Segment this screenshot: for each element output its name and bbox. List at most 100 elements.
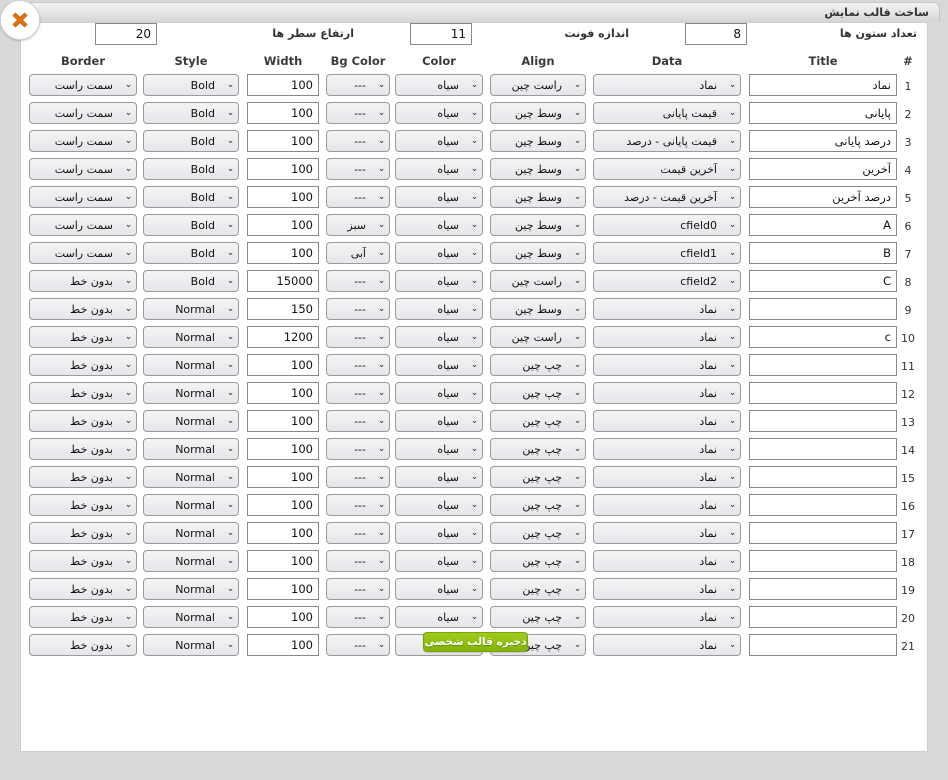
bgcolor-select[interactable]: ⌄---	[326, 522, 390, 544]
bgcolor-select[interactable]: ⌄---	[326, 578, 390, 600]
title-input[interactable]	[749, 438, 897, 460]
data-select[interactable]: ⌄cfield1	[593, 242, 741, 264]
title-input[interactable]	[749, 522, 897, 544]
bgcolor-select[interactable]: ⌄---	[326, 494, 390, 516]
data-select[interactable]: ⌄نماد	[593, 326, 741, 348]
style-select[interactable]: ⌄Normal	[143, 606, 239, 628]
title-input[interactable]	[749, 74, 897, 96]
title-input[interactable]	[749, 214, 897, 236]
align-select[interactable]: ⌄وسط چین	[490, 298, 586, 320]
style-select[interactable]: ⌄Bold	[143, 130, 239, 152]
border-select[interactable]: ⌄بدون خط	[29, 494, 137, 516]
data-select[interactable]: ⌄نماد	[593, 494, 741, 516]
bgcolor-select[interactable]: ⌄---	[326, 102, 390, 124]
color-select[interactable]: ⌄سیاه	[395, 242, 483, 264]
align-select[interactable]: ⌄چپ چین	[490, 522, 586, 544]
border-select[interactable]: ⌄سمت راست	[29, 74, 137, 96]
width-input[interactable]	[247, 74, 319, 96]
align-select[interactable]: ⌄راست چین	[490, 326, 586, 348]
width-input[interactable]	[247, 606, 319, 628]
bgcolor-select[interactable]: ⌄---	[326, 634, 390, 656]
row-height-input[interactable]	[95, 23, 157, 45]
style-select[interactable]: ⌄Normal	[143, 298, 239, 320]
bgcolor-select[interactable]: ⌄---	[326, 270, 390, 292]
border-select[interactable]: ⌄سمت راست	[29, 242, 137, 264]
data-select[interactable]: ⌄نماد	[593, 298, 741, 320]
style-select[interactable]: ⌄Normal	[143, 550, 239, 572]
width-input[interactable]	[247, 102, 319, 124]
width-input[interactable]	[247, 438, 319, 460]
color-select[interactable]: ⌄سیاه	[395, 102, 483, 124]
color-select[interactable]: ⌄سیاه	[395, 130, 483, 152]
title-input[interactable]	[749, 634, 897, 656]
width-input[interactable]	[247, 326, 319, 348]
width-input[interactable]	[247, 242, 319, 264]
align-select[interactable]: ⌄وسط چین	[490, 186, 586, 208]
style-select[interactable]: ⌄Bold	[143, 214, 239, 236]
align-select[interactable]: ⌄راست چین	[490, 74, 586, 96]
align-select[interactable]: ⌄چپ چین	[490, 438, 586, 460]
data-select[interactable]: ⌄نماد	[593, 410, 741, 432]
border-select[interactable]: ⌄بدون خط	[29, 270, 137, 292]
width-input[interactable]	[247, 494, 319, 516]
width-input[interactable]	[247, 550, 319, 572]
width-input[interactable]	[247, 130, 319, 152]
color-select[interactable]: ⌄سیاه	[395, 214, 483, 236]
data-select[interactable]: ⌄قیمت پایانی - درصد	[593, 130, 741, 152]
bgcolor-select[interactable]: ⌄---	[326, 354, 390, 376]
data-select[interactable]: ⌄نماد	[593, 550, 741, 572]
width-input[interactable]	[247, 466, 319, 488]
title-input[interactable]	[749, 242, 897, 264]
style-select[interactable]: ⌄Bold	[143, 74, 239, 96]
color-select[interactable]: ⌄سیاه	[395, 158, 483, 180]
bgcolor-select[interactable]: ⌄---	[326, 130, 390, 152]
style-select[interactable]: ⌄Bold	[143, 158, 239, 180]
bgcolor-select[interactable]: ⌄---	[326, 550, 390, 572]
color-select[interactable]: ⌄سیاه	[395, 298, 483, 320]
align-select[interactable]: ⌄چپ چین	[490, 410, 586, 432]
style-select[interactable]: ⌄Bold	[143, 186, 239, 208]
align-select[interactable]: ⌄چپ چین	[490, 578, 586, 600]
align-select[interactable]: ⌄وسط چین	[490, 102, 586, 124]
border-select[interactable]: ⌄سمت راست	[29, 214, 137, 236]
border-select[interactable]: ⌄بدون خط	[29, 606, 137, 628]
border-select[interactable]: ⌄بدون خط	[29, 354, 137, 376]
align-select[interactable]: ⌄وسط چین	[490, 214, 586, 236]
bgcolor-select[interactable]: ⌄---	[326, 382, 390, 404]
save-personal-template-button[interactable]: ذخیره قالب شخصی	[423, 632, 528, 652]
border-select[interactable]: ⌄بدون خط	[29, 550, 137, 572]
title-input[interactable]	[749, 494, 897, 516]
border-select[interactable]: ⌄بدون خط	[29, 438, 137, 460]
columns-count-input[interactable]	[685, 23, 747, 45]
style-select[interactable]: ⌄Normal	[143, 354, 239, 376]
title-input[interactable]	[749, 270, 897, 292]
title-input[interactable]	[749, 102, 897, 124]
color-select[interactable]: ⌄سیاه	[395, 410, 483, 432]
border-select[interactable]: ⌄بدون خط	[29, 522, 137, 544]
color-select[interactable]: ⌄سیاه	[395, 550, 483, 572]
bgcolor-select[interactable]: ⌄---	[326, 438, 390, 460]
data-select[interactable]: ⌄نماد	[593, 354, 741, 376]
border-select[interactable]: ⌄سمت راست	[29, 130, 137, 152]
style-select[interactable]: ⌄Bold	[143, 270, 239, 292]
color-select[interactable]: ⌄سیاه	[395, 382, 483, 404]
border-select[interactable]: ⌄بدون خط	[29, 326, 137, 348]
title-input[interactable]	[749, 410, 897, 432]
style-select[interactable]: ⌄Normal	[143, 634, 239, 656]
data-select[interactable]: ⌄نماد	[593, 606, 741, 628]
align-select[interactable]: ⌄چپ چین	[490, 606, 586, 628]
style-select[interactable]: ⌄Normal	[143, 578, 239, 600]
border-select[interactable]: ⌄بدون خط	[29, 634, 137, 656]
data-select[interactable]: ⌄نماد	[593, 466, 741, 488]
color-select[interactable]: ⌄سیاه	[395, 494, 483, 516]
title-input[interactable]	[749, 186, 897, 208]
title-input[interactable]	[749, 158, 897, 180]
title-input[interactable]	[749, 466, 897, 488]
title-input[interactable]	[749, 578, 897, 600]
color-select[interactable]: ⌄سیاه	[395, 186, 483, 208]
width-input[interactable]	[247, 298, 319, 320]
border-select[interactable]: ⌄بدون خط	[29, 466, 137, 488]
title-input[interactable]	[749, 550, 897, 572]
style-select[interactable]: ⌄Normal	[143, 326, 239, 348]
color-select[interactable]: ⌄سیاه	[395, 270, 483, 292]
